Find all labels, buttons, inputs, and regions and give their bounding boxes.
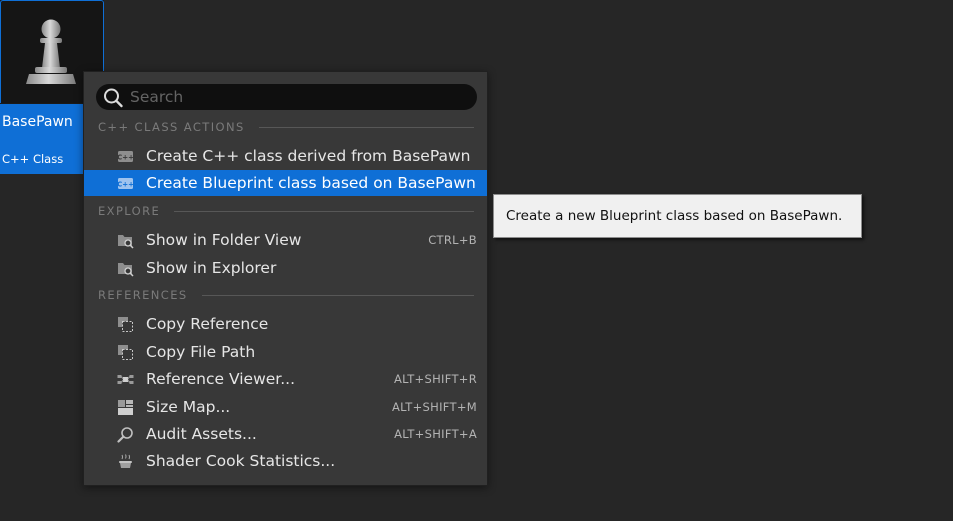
menu-item-audit-assets[interactable]: Audit Assets... ALT+SHIFT+A [84,421,487,447]
keyboard-shortcut: ALT+SHIFT+R [393,372,477,386]
section-label: C++ CLASS ACTIONS [98,120,245,134]
reference-graph-icon [117,375,134,384]
keyboard-shortcut: ALT+SHIFT+M [392,400,477,414]
asset-name: BasePawn [2,114,73,130]
menu-item-shader-cook-statistics[interactable]: Shader Cook Statistics... [84,448,487,474]
menu-item-show-in-folder-view[interactable]: Show in Folder View CTRL+B [84,227,487,253]
svg-text:C++: C++ [117,181,134,189]
menu-item-label: Shader Cook Statistics... [146,452,336,470]
tooltip-text: Create a new Blueprint class based on Ba… [506,208,843,224]
context-menu: C++ CLASS ACTIONS C++ Create C++ class d… [83,71,488,486]
menu-item-label: Show in Folder View [146,231,302,249]
search-box[interactable] [96,84,477,110]
menu-item-reference-viewer[interactable]: Reference Viewer... ALT+SHIFT+R [84,366,487,392]
cooking-pot-icon [119,454,132,468]
copy-icon [118,345,133,360]
keyboard-shortcut: CTRL+B [428,233,477,247]
menu-item-copy-reference[interactable]: Copy Reference [84,311,487,337]
menu-item-label: Audit Assets... [146,425,257,443]
keyboard-shortcut: ALT+SHIFT+A [394,427,477,441]
menu-item-label: Create Blueprint class based on BasePawn [146,174,476,192]
asset-label[interactable]: BasePawn C++ Class [0,104,83,174]
size-map-icon [118,400,133,415]
menu-item-copy-file-path[interactable]: Copy File Path [84,339,487,365]
menu-item-label: Reference Viewer... [146,370,296,388]
menu-item-label: Copy Reference [146,315,269,333]
copy-icon [118,317,133,332]
section-divider [258,126,474,128]
folder-search-icon [118,263,134,277]
menu-item-size-map[interactable]: Size Map... ALT+SHIFT+M [84,394,487,420]
search-input[interactable] [130,84,460,110]
menu-item-label: Show in Explorer [146,259,277,277]
menu-item-show-in-explorer[interactable]: Show in Explorer [84,255,487,281]
cpp-class-icon: C++ [117,178,134,189]
section-explore: EXPLORE [98,204,474,218]
menu-item-label: Create C++ class derived from BasePawn [146,147,471,165]
section-references: REFERENCES [98,288,474,302]
section-cpp-class-actions: C++ CLASS ACTIONS [98,120,474,134]
menu-item-label: Size Map... [146,398,231,416]
menu-item-label: Copy File Path [146,343,256,361]
section-label: EXPLORE [98,204,161,218]
pawn-icon [26,19,76,84]
section-divider [201,294,474,296]
asset-type: C++ Class [2,152,64,166]
menu-item-create-blueprint-class[interactable]: C++ Create Blueprint class based on Base… [84,170,487,196]
search-icon [104,88,123,108]
svg-text:C++: C++ [117,154,134,162]
cpp-class-icon: C++ [117,151,134,162]
section-divider [174,210,474,212]
folder-search-icon [118,235,134,249]
audit-magnifier-icon [117,427,133,443]
tooltip: Create a new Blueprint class based on Ba… [493,194,862,238]
section-label: REFERENCES [98,288,188,302]
menu-item-create-cpp-class[interactable]: C++ Create C++ class derived from BasePa… [84,143,487,169]
